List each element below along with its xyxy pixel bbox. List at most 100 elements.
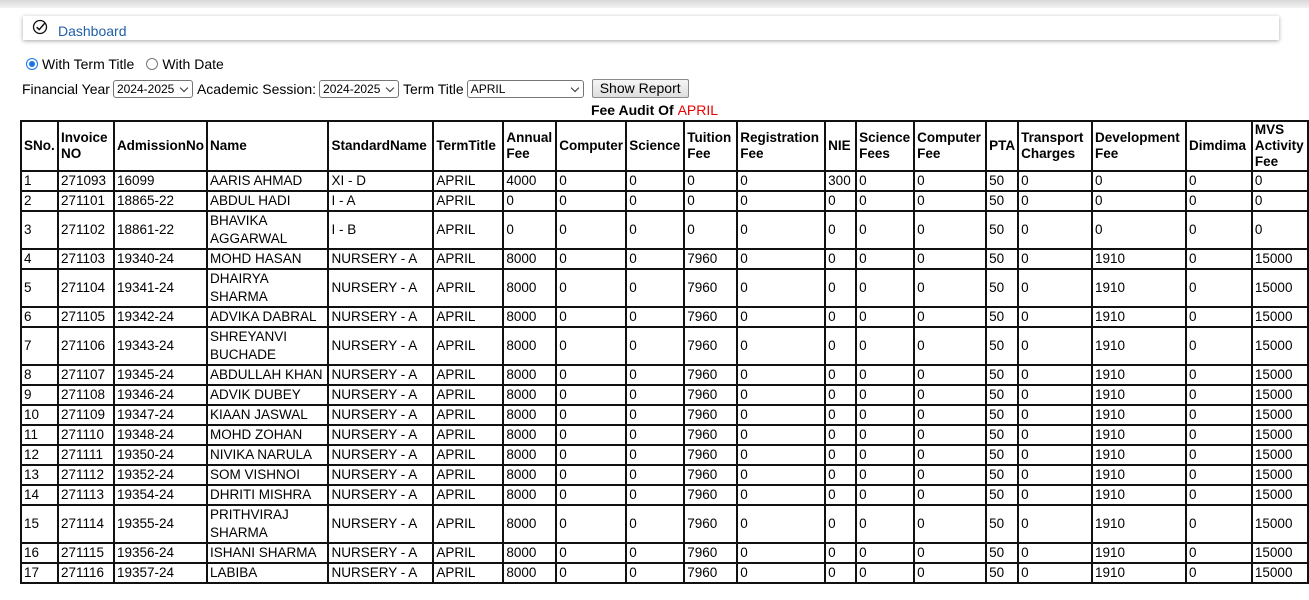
- table-cell: 18861-22: [112, 210, 208, 250]
- table-cell: 50: [985, 542, 1020, 564]
- column-header: SNo.: [20, 120, 59, 172]
- table-cell: 0: [1184, 326, 1253, 366]
- table-cell: 7: [20, 326, 59, 366]
- table-cell: MOHD ZOHAN: [205, 424, 330, 446]
- table-cell: 19347-24: [112, 404, 208, 426]
- table-cell: 15000: [1250, 404, 1309, 426]
- table-cell: 19341-24: [112, 268, 208, 308]
- table-cell: 19354-24: [112, 484, 208, 506]
- table-row: 6 271105 19342-24 ADVIKA DABRAL NURSERY - AA…: [20, 306, 1309, 328]
- table-cell: 1910: [1091, 306, 1187, 328]
- table-cell: 50: [985, 326, 1020, 366]
- table-cell: 271112: [56, 464, 115, 486]
- term-title-select[interactable]: APRIL: [466, 79, 584, 98]
- table-cell: 0: [913, 268, 988, 308]
- table-cell: 0: [555, 190, 628, 212]
- table-row: 4 271103 19340-24 MOHD HASAN NURSERY - A APRI…: [20, 248, 1309, 270]
- table-cell: 1910: [1091, 248, 1187, 270]
- table-cell: 0: [855, 306, 916, 328]
- table-cell: 0: [736, 248, 827, 270]
- table-cell: 0: [736, 364, 827, 386]
- table-cell: ABDUL HADI: [205, 190, 330, 212]
- table-cell: 271115: [56, 542, 115, 564]
- table-cell: 50: [985, 444, 1020, 466]
- table-cell: 0: [1184, 210, 1253, 250]
- table-cell: 0: [855, 504, 916, 544]
- academic-session-select[interactable]: 2024-2025: [319, 79, 400, 98]
- table-cell: 0: [913, 484, 988, 506]
- table-cell: 50: [985, 210, 1020, 250]
- table-row: 15 271114 19355-24 PRITHVIRAJ SHARMA NURSERY…: [20, 504, 1309, 544]
- table-cell: NURSERY - A: [327, 464, 435, 486]
- table-cell: 5: [20, 268, 59, 308]
- dashboard-link[interactable]: Dashboard: [58, 23, 127, 39]
- table-cell: 0: [625, 248, 686, 270]
- table-cell: 7960: [683, 248, 739, 270]
- table-cell: DHRITI MISHRA: [205, 484, 330, 506]
- table-cell: 0: [1017, 210, 1093, 250]
- table-cell: 8000: [502, 542, 558, 564]
- table-cell: 19340-24: [112, 248, 208, 270]
- with-date-label[interactable]: With Date: [162, 56, 223, 72]
- table-header-row: SNo. Invoice NO AdmissionNo Name StandardNam…: [20, 120, 1309, 172]
- table-cell: ADVIKA DABRAL: [205, 306, 330, 328]
- column-header: Dimdima: [1184, 120, 1253, 172]
- table-cell: 0: [625, 190, 686, 212]
- table-row: 1 271093 16099 AARIS AHMAD XI - D APRIL 4000 0 0…: [20, 170, 1309, 192]
- table-cell: 0: [855, 384, 916, 406]
- table-cell: 0: [683, 170, 739, 192]
- table-cell: APRIL: [432, 504, 505, 544]
- table-cell: 271102: [56, 210, 115, 250]
- table-cell: 12: [20, 444, 59, 466]
- table-cell: 50: [985, 190, 1020, 212]
- with-date-radio[interactable]: [146, 58, 159, 70]
- table-cell: 15000: [1250, 424, 1309, 446]
- table-cell: 0: [1184, 248, 1253, 270]
- table-cell: 8000: [502, 444, 558, 466]
- with-term-title-label[interactable]: With Term Title: [42, 56, 134, 72]
- table-cell: 0: [625, 384, 686, 406]
- table-cell: 19352-24: [112, 464, 208, 486]
- table-cell: 7960: [683, 384, 739, 406]
- table-cell: NURSERY - A: [327, 364, 435, 386]
- table-cell: 0: [913, 170, 988, 192]
- table-cell: 0: [555, 364, 628, 386]
- table-cell: 0: [555, 444, 628, 466]
- table-cell: I - A: [327, 190, 435, 212]
- table-cell: 271113: [56, 484, 115, 506]
- table-cell: 0: [1017, 248, 1093, 270]
- table-row: 9 271108 19346-24 ADVIK DUBEY NURSERY - A APR…: [20, 384, 1309, 406]
- show-report-button[interactable]: Show Report: [591, 79, 689, 98]
- table-cell: 0: [855, 424, 916, 446]
- table-body: 1 271093 16099 AARIS AHMAD XI - D APRIL 4000 0 0…: [20, 170, 1309, 584]
- column-header: NIE: [824, 120, 858, 172]
- table-cell: 271103: [56, 248, 115, 270]
- table-cell: 1910: [1091, 364, 1187, 386]
- table-cell: 0: [625, 562, 686, 584]
- table-cell: APRIL: [432, 190, 505, 212]
- table-cell: 1: [20, 170, 59, 192]
- table-cell: 0: [855, 542, 916, 564]
- table-cell: 1910: [1091, 562, 1187, 584]
- table-cell: I - B: [327, 210, 435, 250]
- column-header: TermTitle: [432, 120, 505, 172]
- table-cell: 0: [824, 384, 858, 406]
- table-cell: 14: [20, 484, 59, 506]
- table-cell: 271114: [56, 504, 115, 544]
- table-cell: APRIL: [432, 384, 505, 406]
- with-term-title-radio[interactable]: [26, 58, 38, 70]
- table-cell: 0: [824, 424, 858, 446]
- financial-year-select[interactable]: 2024-2025: [112, 79, 193, 98]
- column-header: Registration Fee: [736, 120, 827, 172]
- table-cell: 0: [625, 306, 686, 328]
- table-cell: 0: [913, 562, 988, 584]
- table-cell: 13: [20, 464, 59, 486]
- table-cell: 15000: [1250, 268, 1309, 308]
- table-cell: 0: [555, 170, 628, 192]
- table-cell: 15000: [1250, 444, 1309, 466]
- table-cell: 0: [913, 504, 988, 544]
- table-cell: 15000: [1250, 248, 1309, 270]
- table-cell: 0: [1250, 190, 1309, 212]
- table-cell: 8000: [502, 464, 558, 486]
- table-cell: NURSERY - A: [327, 424, 435, 446]
